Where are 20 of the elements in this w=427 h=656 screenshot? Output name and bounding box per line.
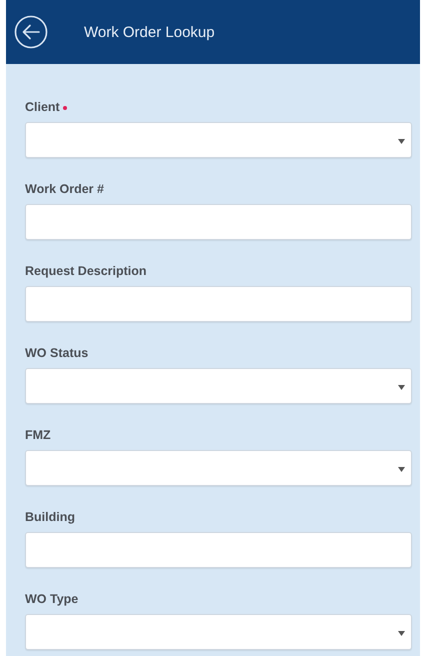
caret-icon bbox=[398, 385, 405, 390]
caret-icon bbox=[398, 631, 405, 636]
page-title: Work Order Lookup bbox=[84, 24, 215, 40]
field-label: Client bbox=[25, 100, 60, 114]
caret-icon bbox=[398, 139, 405, 144]
back-button[interactable] bbox=[14, 15, 48, 49]
dropdown-field[interactable] bbox=[25, 614, 412, 650]
text-input-field[interactable] bbox=[25, 286, 412, 322]
text-input-field[interactable] bbox=[25, 204, 412, 240]
dropdown-field[interactable] bbox=[25, 450, 412, 486]
field-label: WO Type bbox=[25, 592, 78, 606]
field-label: Work Order # bbox=[25, 182, 104, 196]
field-label: WO Status bbox=[25, 346, 88, 360]
dropdown-field[interactable] bbox=[25, 368, 412, 404]
field-label: Request Description bbox=[25, 264, 147, 278]
caret-icon bbox=[398, 467, 405, 472]
field-label: Building bbox=[25, 510, 75, 524]
dropdown-field[interactable] bbox=[25, 122, 412, 158]
field-label: FMZ bbox=[25, 428, 51, 442]
text-input-field[interactable] bbox=[25, 532, 412, 568]
